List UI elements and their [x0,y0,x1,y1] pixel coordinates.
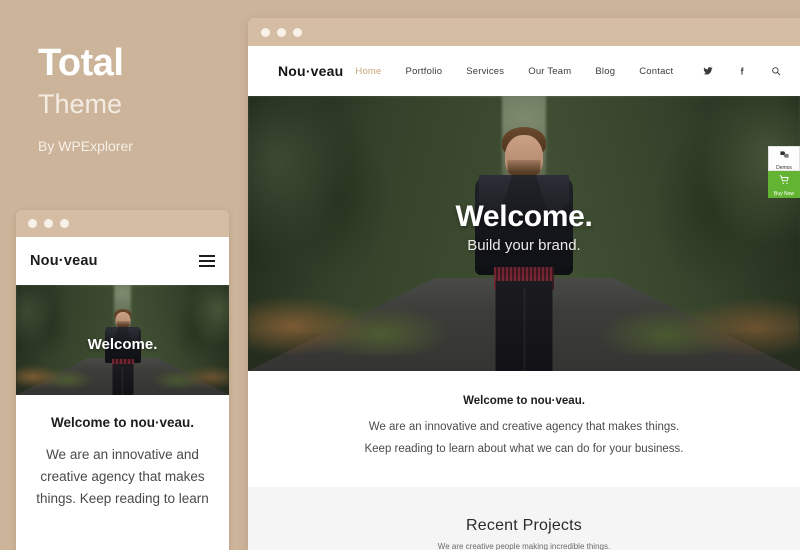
promo-block: Total Theme By WPExplorer [38,42,238,154]
demos-button-label: Demos [776,164,792,171]
buy-now-button[interactable]: Buy Now [768,171,800,198]
floating-action-buttons: Demos Buy Now [768,146,800,198]
demos-icon [779,146,790,164]
desktop-welcome-line-2: Keep reading to learn about what we can … [364,442,684,455]
desktop-main-menu: Home Portfolio Services Our Team Blog Co… [343,66,793,77]
nav-link-our-team[interactable]: Our Team [516,66,583,77]
desktop-navbar: Nou·veau Home Portfolio Services Our Tea… [248,46,800,96]
promo-subtitle: Theme [38,88,123,119]
nav-social-icons [691,66,793,76]
desktop-window-dot-red[interactable] [261,27,270,37]
recent-projects-section: Recent Projects We are creative people m… [248,486,800,550]
mobile-welcome-heading: Welcome to nou·veau. [50,415,195,430]
recent-projects-heading: Recent Projects [466,516,582,534]
cart-icon [778,172,790,190]
mobile-window-dot-red[interactable] [28,219,37,228]
desktop-hero-section: Welcome. Build your brand. Demos Buy Now [248,96,800,371]
facebook-icon[interactable] [725,66,759,76]
promo-title: Total [38,42,124,84]
screenshot-root: Total Theme By WPExplorer Nou·veau Welco… [0,0,800,550]
desktop-preview-window: Nou·veau Home Portfolio Services Our Tea… [248,18,800,550]
hamburger-icon[interactable] [199,255,215,267]
mobile-hero-section: Welcome. [16,285,229,395]
buy-now-button-label: Buy Now [773,190,794,197]
recent-projects-subheading: We are creative people making incredible… [437,541,611,550]
desktop-window-chrome [248,18,800,46]
nav-link-home[interactable]: Home [343,66,393,77]
promo-byline: By WPExplorer [38,137,133,154]
nav-link-contact[interactable]: Contact [627,66,685,77]
mobile-preview-window: Nou·veau Welcome. Welcome to nou·veau. W… [16,210,229,550]
mobile-hero-heading: Welcome. [87,335,158,353]
desktop-window-dot-yellow[interactable] [277,27,286,37]
desktop-welcome-heading: Welcome to nou·veau. [463,395,585,407]
mobile-welcome-section: Welcome to nou·veau. We are an innovativ… [16,395,229,510]
hero-subheading: Build your brand. [467,237,581,254]
mobile-window-chrome [16,210,229,237]
mobile-window-dot-green[interactable] [60,219,69,228]
mobile-navbar: Nou·veau [16,237,229,285]
demos-button[interactable]: Demos [768,146,800,171]
search-icon[interactable] [759,66,793,76]
mobile-welcome-body: We are an innovative and creative agency… [36,447,209,506]
hero-text-block: Welcome. Build your brand. [248,200,800,254]
nav-link-portfolio[interactable]: Portfolio [394,66,455,77]
nav-link-blog[interactable]: Blog [583,66,627,77]
desktop-welcome-section: Welcome to nou·veau. We are an innovativ… [248,371,800,487]
mobile-site-logo[interactable]: Nou·veau [30,253,98,269]
nav-link-services[interactable]: Services [454,66,516,77]
desktop-welcome-line-1: We are an innovative and creative agency… [368,421,680,433]
desktop-site-logo[interactable]: Nou·veau [278,63,343,79]
mobile-window-dot-yellow[interactable] [44,219,53,228]
twitter-icon[interactable] [691,66,725,76]
desktop-window-dot-green[interactable] [293,27,302,37]
hero-heading: Welcome. [455,200,593,233]
